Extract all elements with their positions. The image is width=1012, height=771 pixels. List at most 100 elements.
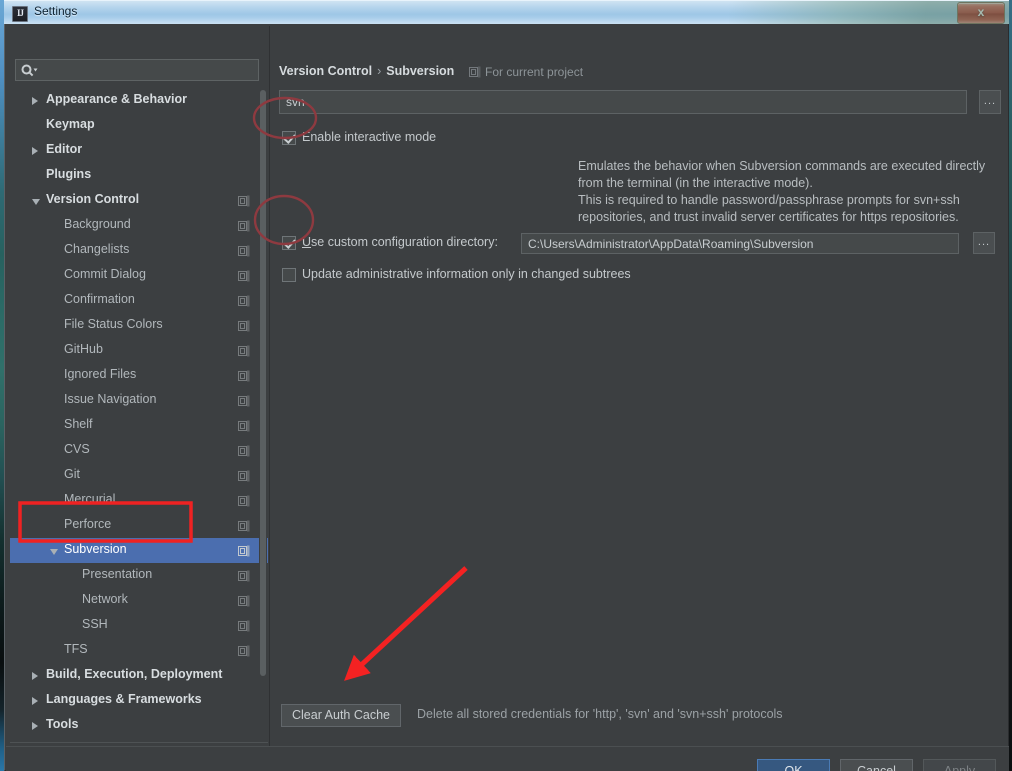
sidebar-item-github[interactable]: GitHub	[10, 338, 268, 363]
settings-window: IJ Settings x Appearance & Behavior Keyma…	[4, 0, 1009, 771]
search-icon	[20, 63, 38, 79]
sidebar-item-file-status-colors[interactable]: File Status Colors	[10, 313, 268, 338]
sidebar-item-appearance-behavior[interactable]: Appearance & Behavior	[10, 88, 268, 113]
sidebar-item-confirmation[interactable]: Confirmation	[10, 288, 268, 313]
sidebar-item-label: Background	[64, 217, 131, 231]
sidebar-item-label: Commit Dialog	[64, 267, 146, 281]
sidebar-item-issue-navigation[interactable]: Issue Navigation	[10, 388, 268, 413]
config-scope-icon	[238, 344, 250, 357]
sidebar-item-label: Build, Execution, Deployment	[46, 667, 223, 681]
sidebar-item-label: Shelf	[64, 417, 93, 431]
chevron-down-icon[interactable]	[32, 199, 40, 205]
sidebar-item-keymap[interactable]: Keymap	[10, 113, 268, 138]
sidebar-item-changelists[interactable]: Changelists	[10, 238, 268, 263]
sidebar-item-label: Keymap	[46, 117, 95, 131]
label-rest: se custom configuration directory:	[311, 235, 498, 249]
svn-executable-row: ...	[279, 90, 1001, 114]
chevron-down-icon[interactable]	[50, 549, 58, 555]
sidebar-item-git[interactable]: Git	[10, 463, 268, 488]
sidebar-item-label: GitHub	[64, 342, 103, 356]
sidebar-item-background[interactable]: Background	[10, 213, 268, 238]
custom-config-directory-input[interactable]	[521, 233, 959, 254]
sidebar-item-shelf[interactable]: Shelf	[10, 413, 268, 438]
dialog-button-bar: OK Cancel Apply	[6, 746, 1009, 771]
sidebar-item-subversion[interactable]: Subversion	[10, 538, 268, 563]
sidebar-item-version-control[interactable]: Version Control	[10, 188, 268, 213]
scope-label: For current project	[485, 65, 584, 79]
sidebar-item-languages-frameworks[interactable]: Languages & Frameworks	[10, 688, 268, 713]
sidebar-item-label: Ignored Files	[64, 367, 137, 381]
sidebar-item-label: File Status Colors	[64, 317, 163, 331]
sidebar-item-presentation[interactable]: Presentation	[10, 563, 268, 588]
breadcrumb: Version Control › Subversion	[279, 64, 454, 82]
chevron-right-icon[interactable]	[32, 722, 38, 730]
update-admin-info-checkbox[interactable]	[282, 268, 296, 282]
sidebar-item-tools[interactable]: Tools	[10, 713, 268, 738]
enable-interactive-mode-checkbox[interactable]	[282, 131, 296, 145]
sidebar-item-label: Plugins	[46, 167, 92, 181]
sidebar-item-plugins[interactable]: Plugins	[10, 163, 268, 188]
sidebar-item-mercurial[interactable]: Mercurial	[10, 488, 268, 513]
sidebar-item-editor[interactable]: Editor	[10, 138, 268, 163]
use-custom-config-directory-checkbox[interactable]	[282, 236, 296, 250]
search-field[interactable]	[15, 59, 259, 82]
sidebar-item-label: TFS	[64, 642, 88, 656]
settings-dialog-body: Appearance & Behavior Keymap Editor Plugins…	[4, 24, 1009, 771]
sidebar-item-label: Issue Navigation	[64, 392, 157, 406]
sidebar-item-perforce[interactable]: Perforce	[10, 513, 268, 538]
ok-button[interactable]: OK	[757, 759, 830, 771]
sidebar-item-build-execution-deployment[interactable]: Build, Execution, Deployment	[10, 663, 268, 688]
sidebar-item-tfs[interactable]: TFS	[10, 638, 268, 663]
sidebar-item-label: Tools	[46, 717, 79, 731]
sidebar-item-commit-dialog[interactable]: Commit Dialog	[10, 263, 268, 288]
svn-executable-input[interactable]	[279, 90, 967, 114]
cancel-button[interactable]: Cancel	[840, 759, 913, 771]
sidebar-scrollbar-thumb[interactable]	[260, 90, 266, 676]
custom-config-directory-browse-button[interactable]: ...	[973, 232, 995, 254]
app-icon: IJ	[12, 6, 28, 22]
svn-executable-browse-button[interactable]: ...	[979, 90, 1001, 114]
sidebar-item-ssh[interactable]: SSH	[10, 613, 268, 638]
sidebar-item-label: Changelists	[64, 242, 130, 256]
mnemonic-letter: U	[302, 235, 312, 249]
sidebar-item-label: Confirmation	[64, 292, 135, 306]
window-titlebar: IJ Settings x	[4, 0, 1009, 24]
config-scope-icon	[238, 469, 250, 482]
sidebar-item-label: Appearance & Behavior	[46, 92, 188, 106]
config-scope-icon	[238, 419, 250, 432]
settings-sidebar: Appearance & Behavior Keymap Editor Plugins…	[10, 26, 268, 744]
clear-auth-cache-button[interactable]: Clear Auth Cache	[281, 704, 401, 727]
scope-indicator: For current project	[469, 65, 584, 79]
breadcrumb-current: Subversion	[386, 64, 455, 78]
sidebar-item-cvs[interactable]: CVS	[10, 438, 268, 463]
sidebar-item-label: Subversion	[64, 542, 127, 556]
update-admin-info-label: Update administrative information only i…	[302, 267, 631, 281]
breadcrumb-separator: ›	[377, 64, 382, 78]
config-scope-icon	[238, 394, 250, 407]
sidebar-item-label: Languages & Frameworks	[46, 692, 202, 706]
chevron-right-icon[interactable]	[32, 147, 38, 155]
close-button[interactable]: x	[957, 2, 1005, 24]
config-scope-icon	[238, 194, 250, 207]
config-scope-icon	[238, 569, 250, 582]
sidebar-item-label: Editor	[46, 142, 83, 156]
description-line: Emulates the behavior when Subversion co…	[578, 159, 986, 173]
enable-interactive-mode-label: Enable interactive mode	[302, 130, 437, 144]
settings-content-pane: Version Control › Subversion For current p…	[273, 26, 1006, 744]
sidebar-content-divider	[269, 26, 270, 770]
sidebar-item-network[interactable]: Network	[10, 588, 268, 613]
breadcrumb-parent[interactable]: Version Control	[279, 64, 372, 78]
clear-auth-cache-description: Delete all stored credentials for 'http'…	[417, 707, 783, 721]
apply-button: Apply	[923, 759, 996, 771]
chevron-right-icon[interactable]	[32, 97, 38, 105]
use-custom-config-directory-label: Use custom configuration directory:	[302, 235, 498, 249]
config-scope-icon	[238, 619, 250, 632]
sidebar-scrollbar[interactable]	[259, 90, 267, 740]
sidebar-item-ignored-files[interactable]: Ignored Files	[10, 363, 268, 388]
config-scope-icon	[238, 294, 250, 307]
description-line: This is required to handle password/pass…	[578, 193, 960, 207]
search-input[interactable]	[40, 60, 258, 82]
sidebar-item-label: Presentation	[82, 567, 153, 581]
chevron-right-icon[interactable]	[32, 672, 38, 680]
chevron-right-icon[interactable]	[32, 697, 38, 705]
